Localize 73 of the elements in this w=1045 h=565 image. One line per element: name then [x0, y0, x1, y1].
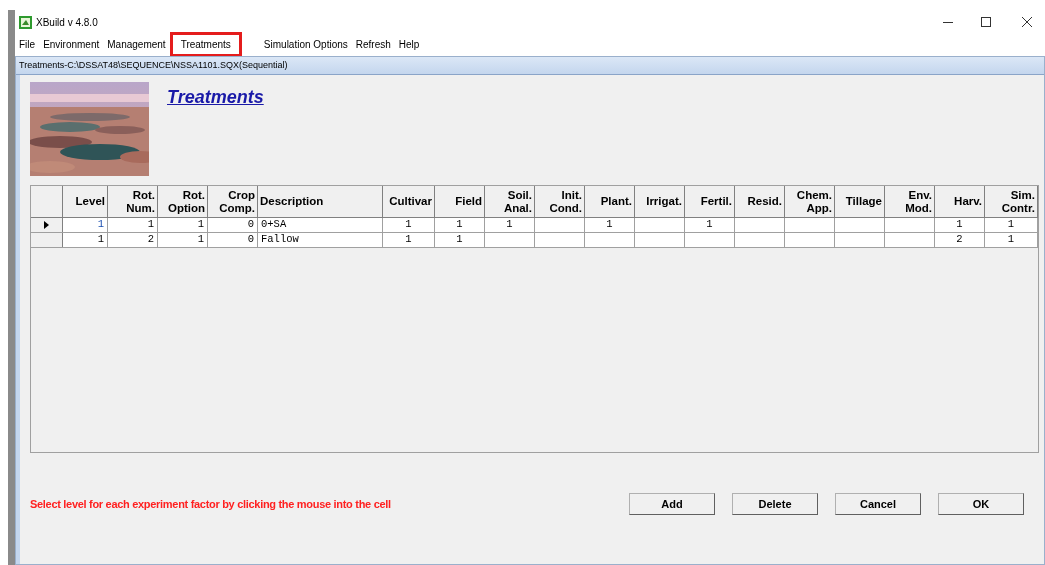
column-header[interactable]: Level: [63, 186, 108, 217]
column-header[interactable]: Crop Comp.: [208, 186, 258, 217]
table-cell[interactable]: 2: [935, 233, 985, 247]
table-cell[interactable]: [785, 233, 835, 247]
table-cell[interactable]: [785, 218, 835, 232]
column-header[interactable]: Plant.: [585, 186, 635, 217]
dialog-button[interactable]: OK: [938, 493, 1024, 515]
table-cell[interactable]: [485, 233, 535, 247]
table-cell[interactable]: 0: [208, 233, 258, 247]
column-header[interactable]: Irrigat.: [635, 186, 685, 217]
menu-item[interactable]: Management: [103, 36, 170, 52]
menu-item[interactable]: Simulation Options: [259, 36, 352, 52]
table-cell[interactable]: [885, 233, 935, 247]
table-cell[interactable]: 1: [383, 218, 435, 232]
menu-item[interactable]: Refresh: [351, 36, 395, 52]
table-cell[interactable]: 1: [158, 233, 208, 247]
column-header[interactable]: Init. Cond.: [535, 186, 585, 217]
column-header[interactable]: Harv.: [935, 186, 985, 217]
table-cell[interactable]: 1: [935, 218, 985, 232]
table-cell[interactable]: [885, 218, 935, 232]
column-header[interactable]: Cultivar: [383, 186, 435, 217]
table-cell[interactable]: [535, 218, 585, 232]
menu-item[interactable]: Help: [394, 36, 424, 52]
column-header[interactable]: Chem. App.: [785, 186, 835, 217]
minimize-icon[interactable]: [943, 21, 953, 23]
column-header[interactable]: Soil. Anal.: [485, 186, 535, 217]
dialog-button[interactable]: Cancel: [835, 493, 921, 515]
table-cell[interactable]: [585, 233, 635, 247]
table-cell[interactable]: 1: [383, 233, 435, 247]
table-cell[interactable]: 1: [63, 218, 108, 232]
column-header[interactable]: Resid.: [735, 186, 785, 217]
column-header[interactable]: Tillage: [835, 186, 885, 217]
table-cell[interactable]: 1: [63, 233, 108, 247]
table-cell[interactable]: [835, 218, 885, 232]
column-header[interactable]: Fertil.: [685, 186, 735, 217]
current-row-icon: [44, 221, 49, 229]
window-title: XBuild v 4.8.0: [36, 15, 98, 30]
table-cell[interactable]: 1: [985, 233, 1038, 247]
table-cell[interactable]: 1: [158, 218, 208, 232]
child-window-title: Treatments-C:\DSSAT48\SEQUENCE\NSSA1101.SQX(Sequential): [19, 58, 288, 72]
table-cell[interactable]: [835, 233, 885, 247]
column-header[interactable]: Rot. Num.: [108, 186, 158, 217]
table-cell[interactable]: [685, 233, 735, 247]
table-cell[interactable]: 2: [108, 233, 158, 247]
dialog-button[interactable]: Delete: [732, 493, 818, 515]
table-cell[interactable]: 1: [108, 218, 158, 232]
column-header[interactable]: Env. Mod.: [885, 186, 935, 217]
table-cell[interactable]: [635, 233, 685, 247]
table-cell[interactable]: 1: [685, 218, 735, 232]
app-icon: [19, 15, 32, 29]
table-cell[interactable]: 1: [435, 218, 485, 232]
table-cell[interactable]: [735, 218, 785, 232]
table-cell[interactable]: 1: [435, 233, 485, 247]
table-cell[interactable]: 0+SA: [258, 218, 383, 232]
table-cell[interactable]: [635, 218, 685, 232]
status-message: Select level for each experiment factor by clicking the mouse into the cell: [30, 496, 391, 512]
close-icon[interactable]: [1022, 17, 1032, 27]
column-header[interactable]: Sim. Contr.: [985, 186, 1038, 217]
column-header[interactable]: Description: [258, 186, 383, 217]
table-cell[interactable]: 1: [585, 218, 635, 232]
table-cell[interactable]: [535, 233, 585, 247]
table-cell[interactable]: [735, 233, 785, 247]
dialog-button[interactable]: Add: [629, 493, 715, 515]
column-header[interactable]: Field: [435, 186, 485, 217]
table-cell[interactable]: Fallow: [258, 233, 383, 247]
table-cell[interactable]: 1: [485, 218, 535, 232]
table-cell[interactable]: 1: [985, 218, 1038, 232]
maximize-icon[interactable]: [981, 17, 991, 27]
menu-item[interactable]: Environment: [39, 36, 104, 52]
menu-item[interactable]: File: [15, 36, 40, 52]
page-heading: Treatments: [167, 86, 264, 109]
column-header[interactable]: Rot. Option: [158, 186, 208, 217]
table-cell[interactable]: 0: [208, 218, 258, 232]
